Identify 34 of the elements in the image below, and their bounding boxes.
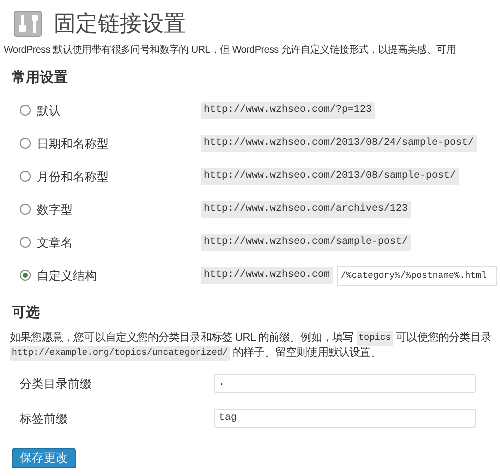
description-text: 如果您愿意，您可以自定义您的分类目录和标签 URL 的前缀。例如，填写 (10, 331, 354, 346)
code-snippet: http://example.org/topics/uncategorized/ (10, 346, 230, 361)
radio-button[interactable] (20, 204, 31, 215)
option-label: 默认 (36, 102, 62, 120)
url-example: http://www.wzhseo.com/?p=123 (201, 102, 376, 119)
input-field[interactable]: /%category%/%postname%.html (337, 266, 498, 286)
code-snippet: topics (356, 331, 394, 346)
url-example: http://www.wzhseo.com/2013/08/24/sample-post/ (201, 135, 478, 152)
option-label: 文章名 (36, 234, 74, 252)
field-label: 标签前缀 (20, 410, 69, 428)
section-heading: 常用设置 (11, 68, 69, 87)
input-field[interactable]: . (214, 374, 476, 393)
page-title: 固定链接设置 (54, 12, 186, 34)
option-label: 月份和名称型 (36, 168, 110, 186)
settings-icon (14, 10, 42, 36)
option-label: 自定义结构 (36, 268, 98, 284)
radio-button[interactable] (20, 138, 31, 149)
option-label: 日期和名称型 (36, 136, 110, 152)
description-text: 可以使您的分类目录 (396, 331, 492, 346)
section-heading: 可选 (11, 303, 41, 322)
url-example: http://www.wzhseo.com/archives/123 (201, 201, 412, 218)
field-label: 分类目录前缀 (20, 376, 93, 392)
description-text: 的样子。留空则使用默认设置。 (233, 346, 382, 361)
url-example: http://www.wzhseo.com/2013/08/sample-post/ (201, 168, 460, 185)
save-button[interactable]: 保存更改 (12, 448, 76, 468)
option-label: 数字型 (36, 202, 74, 218)
input-field[interactable]: tag (214, 409, 476, 428)
url-example: http://www.wzhseo.com/sample-post/ (201, 234, 412, 251)
radio-button[interactable] (20, 270, 31, 281)
intro-text: WordPress 默认使用带有很多问号和数字的 URL，但 WordPress 允许自定义链接形式，以提高美感、可用 (3, 44, 457, 58)
radio-button[interactable] (20, 105, 31, 116)
radio-button[interactable] (20, 237, 31, 248)
radio-button[interactable] (20, 171, 31, 182)
url-example: http://www.wzhseo.com (201, 267, 334, 284)
